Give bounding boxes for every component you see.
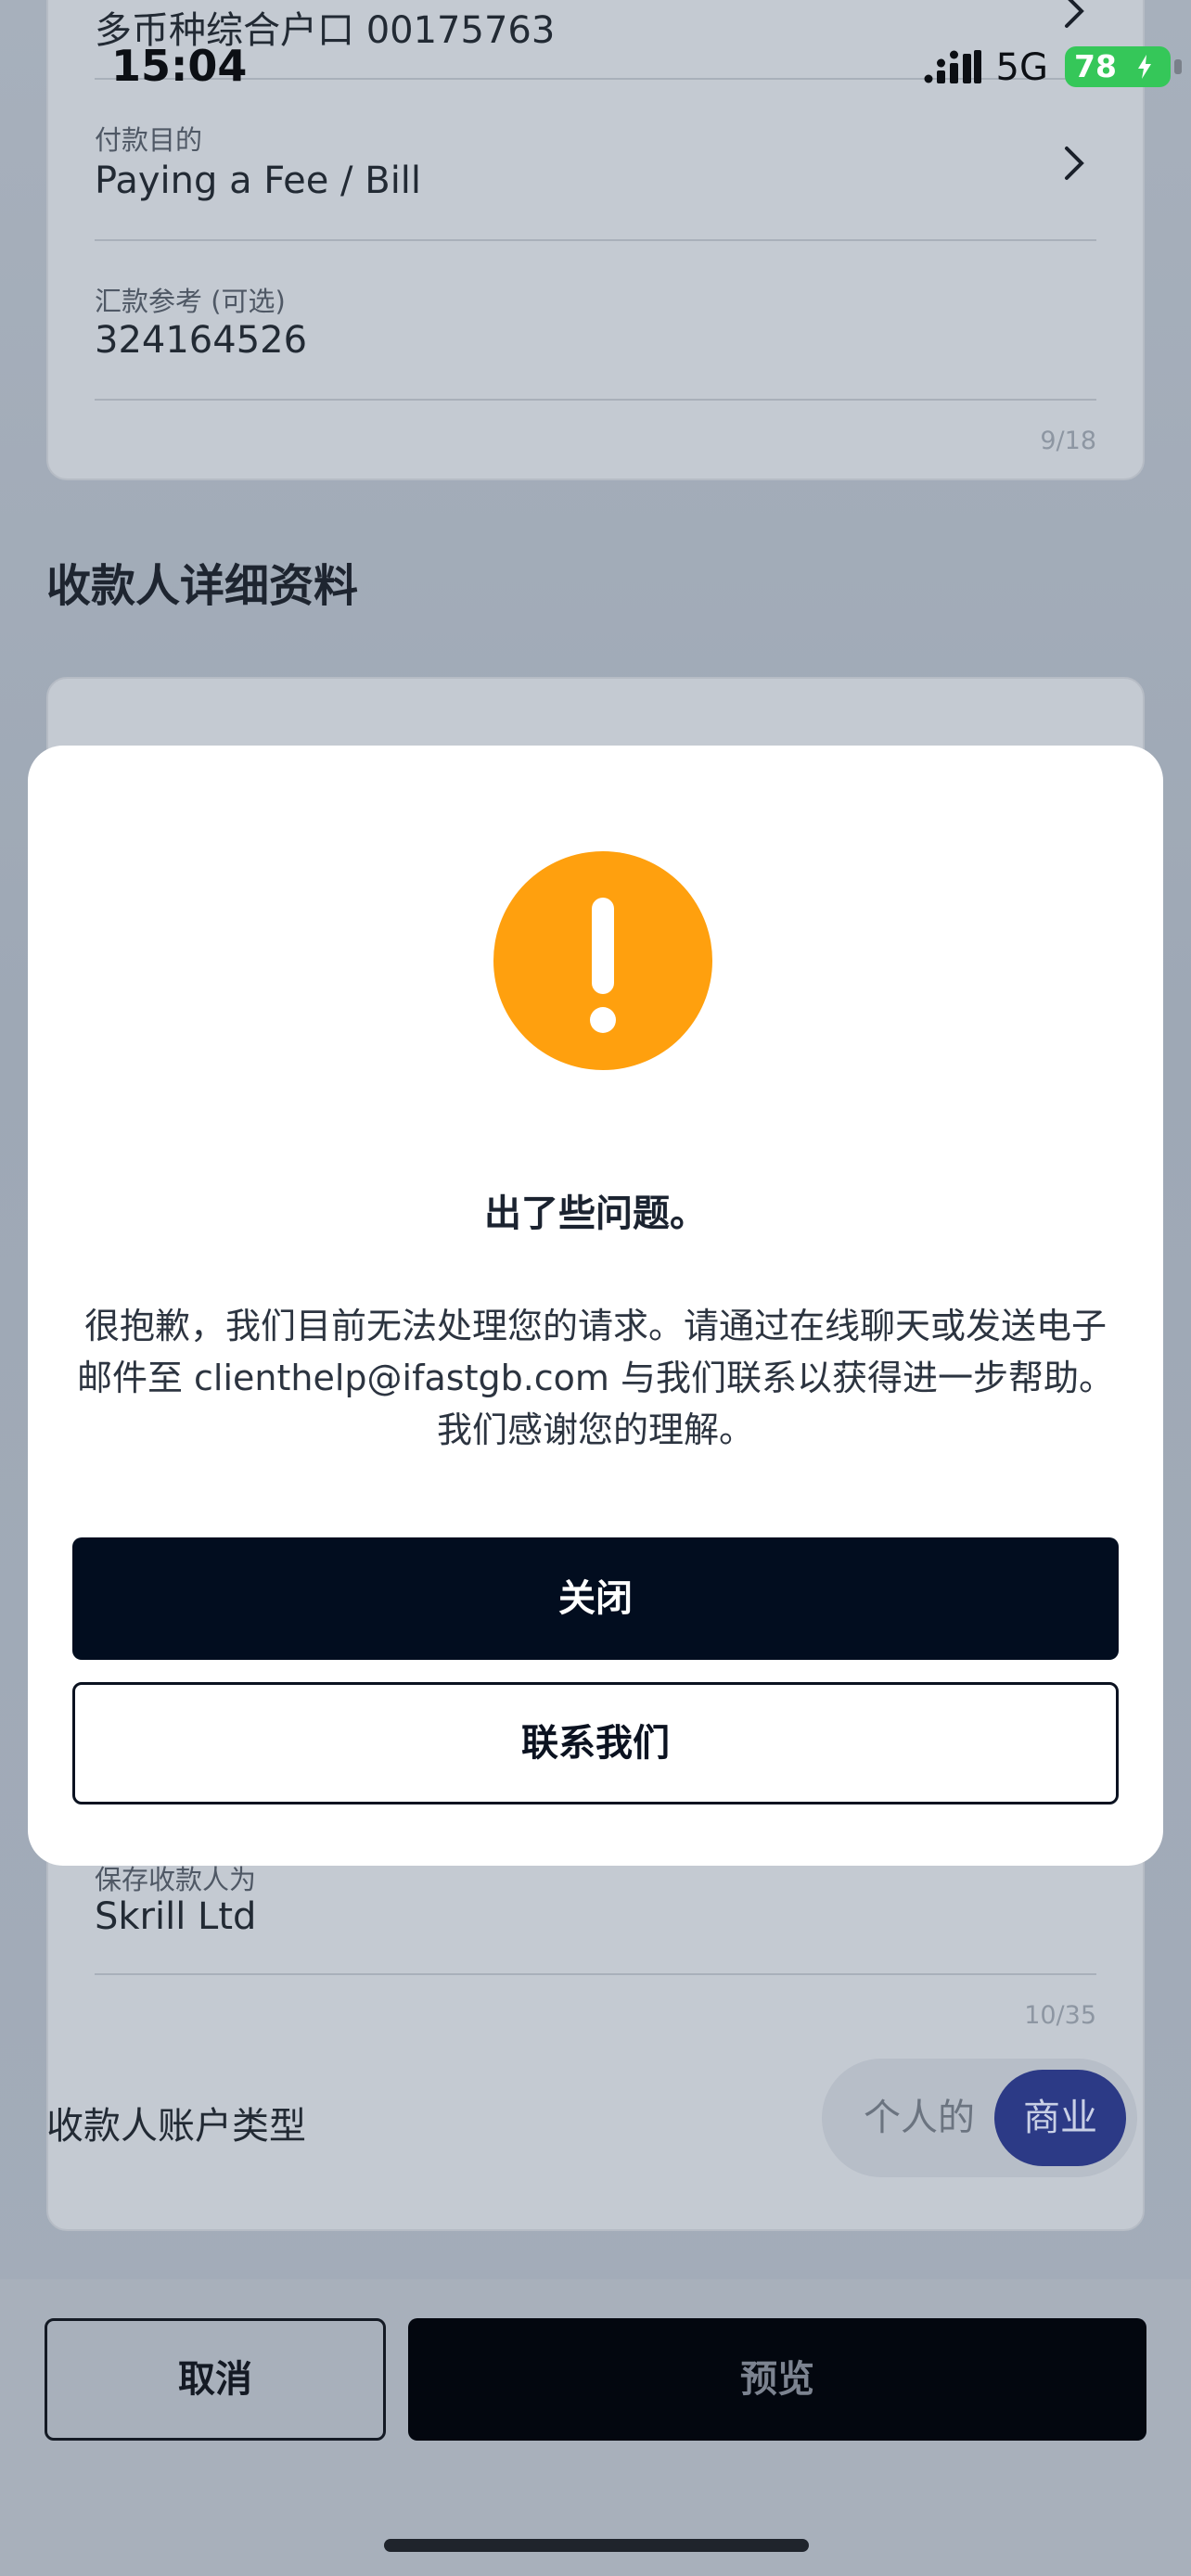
exclamation-icon (493, 851, 712, 1070)
dialog-title: 出了些问题。 (484, 1192, 707, 1235)
battery-cap (1174, 59, 1182, 74)
error-dialog: 出了些问题。 很抱歉，我们目前无法处理您的请求。请通过在线聊天或发送电子邮件至 … (28, 746, 1163, 1866)
beneficiary-section-title: 收款人详细资料 (46, 560, 359, 612)
cancel-button[interactable]: 取消 (45, 2318, 386, 2441)
exclamation-bar (592, 898, 614, 994)
footer-bar: 取消 预览 (0, 2279, 1191, 2576)
chevron-right-icon[interactable] (1054, 143, 1095, 184)
status-icons: 5G 78 (820, 46, 1191, 89)
account-type-toggle[interactable]: 个人的 商业 (822, 2059, 1137, 2177)
purpose-label: 付款目的 (95, 124, 203, 156)
reference-value: 324164526 (95, 319, 308, 362)
network-type: 5G (995, 46, 1048, 89)
charging-bolt-icon (1138, 55, 1151, 79)
saved-name-value[interactable]: Skrill Ltd (95, 1895, 256, 1938)
divider (95, 399, 1096, 401)
account-type-personal-option[interactable]: 个人的 (840, 2059, 998, 2177)
account-type-business-option[interactable]: 商业 (994, 2070, 1126, 2166)
app-screen: 多币种综合户口 00175763 付款目的 Paying a Fee / Bil… (0, 0, 1191, 2576)
battery-level: 78 (1074, 48, 1117, 84)
close-button[interactable]: 关闭 (72, 1537, 1119, 1660)
contact-us-button[interactable]: 联系我们 (72, 1682, 1119, 1804)
preview-button[interactable]: 预览 (408, 2318, 1146, 2441)
saved-name-counter: 10/35 (1024, 2001, 1096, 2030)
home-indicator[interactable] (384, 2539, 809, 2552)
divider (95, 239, 1096, 241)
chevron-right-icon[interactable] (1054, 0, 1095, 32)
account-type-label: 收款人账户类型 (46, 2105, 306, 2148)
signal-icon (924, 50, 981, 83)
battery-icon: 78 (1065, 46, 1171, 87)
divider (95, 1973, 1096, 1975)
purpose-value: Paying a Fee / Bill (95, 159, 422, 202)
reference-counter: 9/18 (1040, 427, 1096, 455)
exclamation-dot (590, 1007, 616, 1033)
reference-label: 汇款参考 (可选) (95, 286, 286, 317)
status-time: 15:04 (111, 41, 248, 91)
dialog-message: 很抱歉，我们目前无法处理您的请求。请通过在线聊天或发送电子邮件至 clienth… (76, 1306, 1115, 1450)
